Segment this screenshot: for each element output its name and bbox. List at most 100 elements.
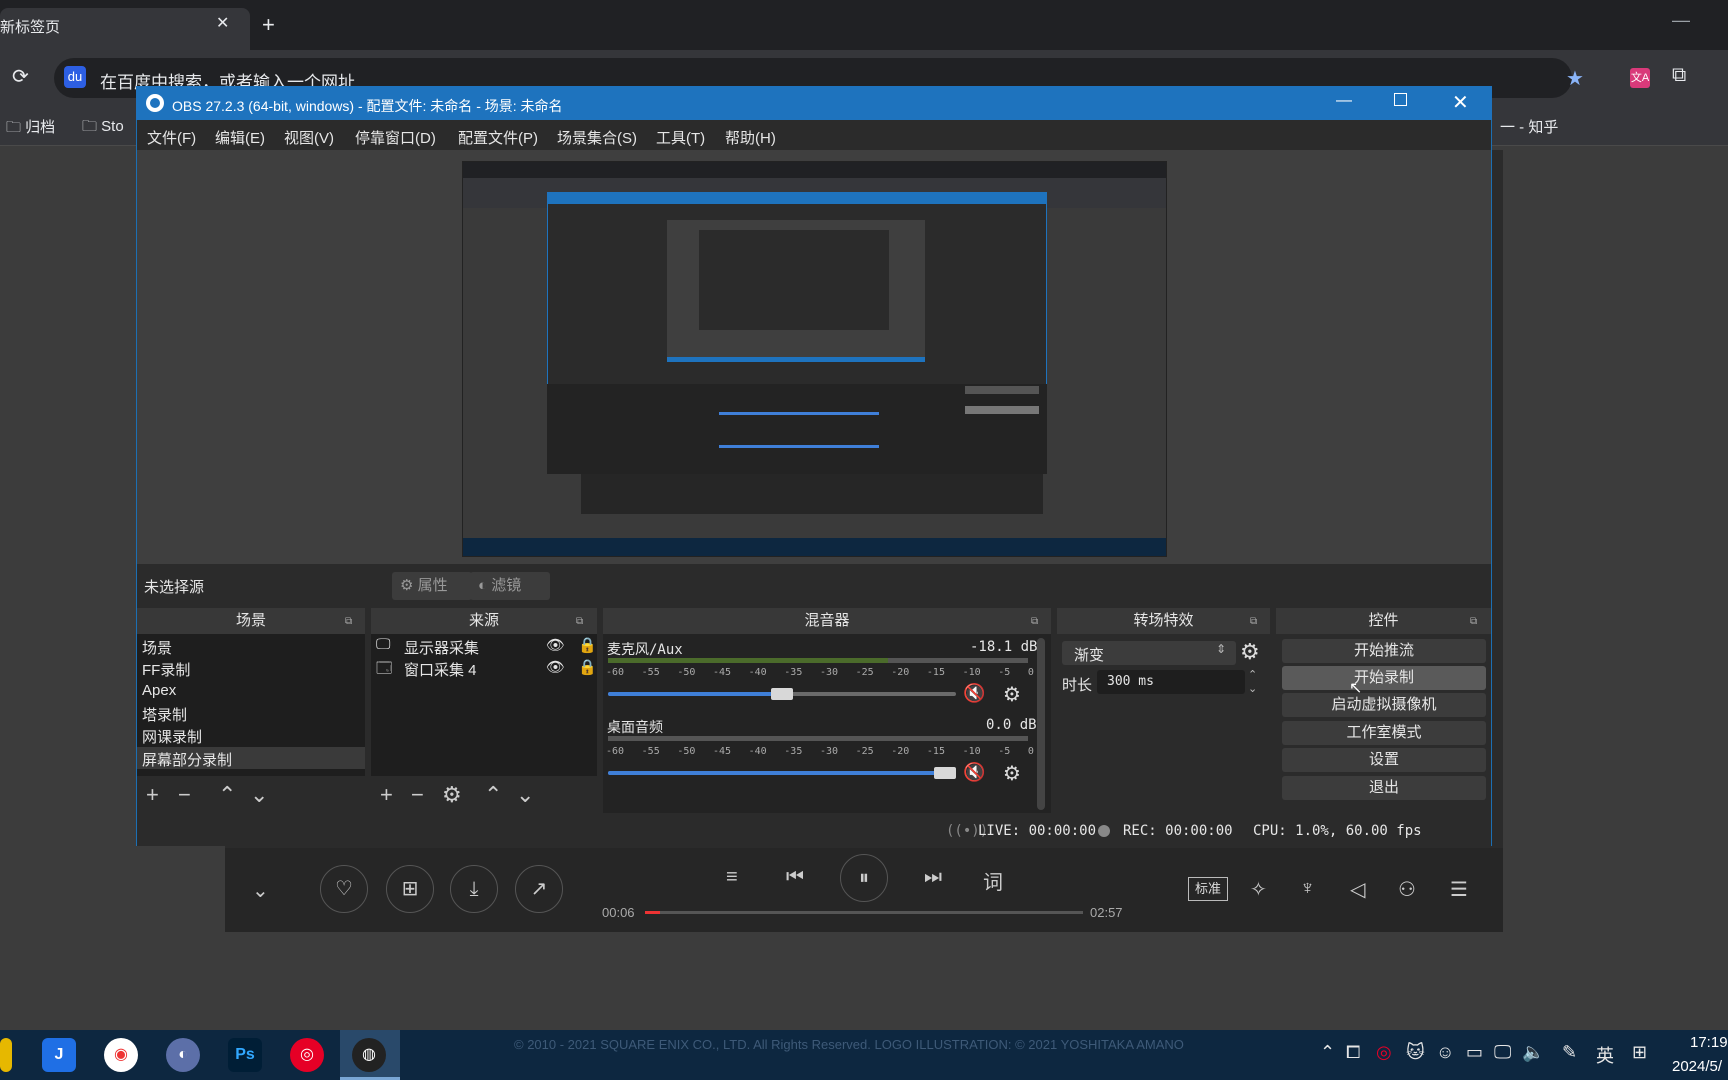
queue-icon[interactable]: ☰ [1450, 877, 1468, 902]
menu-file[interactable]: 文件(F) [147, 127, 196, 148]
preview-canvas[interactable] [462, 161, 1167, 557]
transition-settings-gear-icon[interactable]: ⚙ [1240, 639, 1260, 665]
share-button[interactable]: ↗ [515, 865, 563, 913]
like-button[interactable]: ♡ [320, 865, 368, 913]
browser-minimize-button[interactable]: — [1672, 10, 1690, 31]
quality-badge[interactable]: 标准 [1188, 877, 1228, 901]
tray-cat-icon[interactable]: 🐱 [1406, 1042, 1425, 1063]
network-icon[interactable]: 🖵 [1494, 1042, 1511, 1063]
sound-effect-icon[interactable]: ✧ [1250, 877, 1267, 902]
obs-taskbar-icon[interactable]: ◍ [352, 1038, 386, 1072]
volume-slider-knob[interactable] [771, 688, 793, 700]
bookmark-item[interactable]: 一 - 知乎 [1500, 116, 1558, 137]
volume-slider-knob[interactable] [934, 767, 956, 779]
pause-button[interactable]: ⏸ [840, 854, 888, 902]
playlist-mode-icon[interactable]: ≡ [726, 866, 738, 889]
bookmark-folder[interactable]: 🗀 归档 [6, 116, 55, 142]
remove-scene-button[interactable]: − [178, 782, 191, 808]
move-down-icon[interactable]: ⌄ [250, 782, 268, 808]
channel-settings-gear-icon[interactable]: ⚙ [1003, 682, 1021, 707]
menu-scene-collection[interactable]: 场景集合(S) [557, 127, 637, 148]
menu-help[interactable]: 帮助(H) [725, 127, 776, 148]
undock-icon[interactable]: ⧉ [1031, 616, 1038, 627]
chrome-icon[interactable]: ◉ [104, 1038, 138, 1072]
move-up-icon[interactable]: ⌃ [484, 782, 502, 808]
ime-indicator[interactable]: 英 [1596, 1042, 1614, 1068]
tray-expand-icon[interactable]: ⌃ [1320, 1042, 1335, 1063]
mixer-scrollbar[interactable] [1037, 638, 1045, 810]
bookmark-folder[interactable]: 🗀 Sto [82, 116, 124, 141]
exit-button[interactable]: 退出 [1282, 776, 1486, 800]
volume-icon[interactable]: ◁ [1350, 877, 1365, 902]
scene-item[interactable]: Apex [142, 682, 176, 699]
eye-icon[interactable]: 👁 [546, 658, 565, 676]
dj-icon[interactable]: ♆ [1300, 877, 1315, 900]
clock-time[interactable]: 17:19 [1690, 1034, 1728, 1051]
menu-edit[interactable]: 编辑(E) [215, 127, 265, 148]
new-tab-button[interactable]: + [262, 12, 275, 38]
maximize-button[interactable] [1394, 93, 1407, 106]
chevron-down-icon[interactable]: ⌄ [252, 878, 269, 903]
extensions-icon[interactable]: ⧉ [1672, 64, 1686, 87]
spin-down-icon[interactable]: ⌄ [1248, 682, 1257, 695]
clock-date[interactable]: 2024/5/ [1672, 1058, 1722, 1075]
start-streaming-button[interactable]: 开始推流 [1282, 639, 1486, 663]
dingtalk-icon[interactable]: J [42, 1038, 76, 1072]
download-button[interactable]: ⤓ [450, 865, 498, 913]
source-item[interactable]: 显示器采集 [404, 637, 479, 658]
scene-item[interactable]: 屏幕部分录制 [142, 749, 232, 770]
minimize-button[interactable]: — [1336, 92, 1352, 110]
menu-docks[interactable]: 停靠窗口(D) [355, 127, 436, 148]
eye-icon[interactable]: 👁 [546, 636, 565, 654]
channel-settings-gear-icon[interactable]: ⚙ [1003, 761, 1021, 786]
reload-icon[interactable]: ⟳ [12, 64, 29, 89]
file-explorer-icon[interactable] [0, 1038, 12, 1072]
listen-together-icon[interactable]: ⚇ [1398, 877, 1416, 902]
menu-view[interactable]: 视图(V) [284, 127, 334, 148]
properties-button[interactable]: ⚙ 属性 [392, 572, 472, 600]
photoshop-icon[interactable]: Ps [228, 1038, 262, 1072]
pen-icon[interactable]: ✎ [1562, 1042, 1577, 1063]
filters-button[interactable]: ◐ 滤镜 [470, 572, 550, 600]
add-source-button[interactable]: + [380, 782, 393, 808]
battery-icon[interactable]: ▭ [1466, 1042, 1483, 1063]
lock-icon[interactable]: 🔒 [578, 636, 597, 654]
next-track-icon[interactable]: ⏭ [924, 866, 942, 889]
scene-item[interactable]: 场景 [142, 637, 172, 658]
netease-music-icon[interactable]: ◎ [290, 1038, 324, 1072]
lock-icon[interactable]: 🔒 [578, 658, 597, 676]
settings-button[interactable]: 设置 [1282, 748, 1486, 772]
add-scene-button[interactable]: + [146, 782, 159, 808]
spin-up-icon[interactable]: ⌃ [1248, 668, 1257, 681]
menu-tools[interactable]: 工具(T) [656, 127, 705, 148]
start-recording-button[interactable]: 开始录制 [1282, 666, 1486, 690]
add-to-playlist-button[interactable]: ⊞ [386, 865, 434, 913]
previous-track-icon[interactable]: ⏮ [786, 866, 804, 889]
translate-extension-icon[interactable]: 文A [1630, 68, 1650, 88]
tab-close-icon[interactable]: ✕ [216, 13, 229, 33]
move-down-icon[interactable]: ⌄ [516, 782, 534, 808]
remove-source-button[interactable]: − [411, 782, 424, 808]
scene-item[interactable]: FF录制 [142, 659, 190, 680]
undock-icon[interactable]: ⧉ [1250, 616, 1257, 627]
scene-item[interactable]: 网课录制 [142, 726, 202, 747]
tray-netease-icon[interactable]: ◎ [1376, 1042, 1392, 1063]
ime-mode-icon[interactable]: ⊞ [1632, 1042, 1647, 1063]
studio-mode-button[interactable]: 工作室模式 [1282, 721, 1486, 745]
game-icon[interactable]: ◐ [166, 1038, 200, 1072]
mute-icon[interactable]: 🔇 [963, 683, 985, 704]
source-settings-gear-icon[interactable]: ⚙ [442, 782, 462, 808]
undock-icon[interactable]: ⧉ [1470, 616, 1477, 627]
tray-app-icon[interactable]: ⧠ [1346, 1042, 1360, 1063]
speaker-icon[interactable]: 🔈 [1522, 1042, 1544, 1063]
tray-person-icon[interactable]: ☺ [1436, 1042, 1454, 1063]
undock-icon[interactable]: ⧉ [576, 616, 583, 627]
move-up-icon[interactable]: ⌃ [218, 782, 236, 808]
lyrics-button[interactable]: 词 [983, 866, 1003, 895]
scene-item[interactable]: 塔录制 [142, 704, 187, 725]
source-item[interactable]: 窗口采集 4 [404, 659, 477, 680]
close-button[interactable]: ✕ [1452, 90, 1469, 115]
menu-profile[interactable]: 配置文件(P) [458, 127, 538, 148]
mute-icon[interactable]: 🔇 [963, 762, 985, 783]
progress-track[interactable] [645, 911, 1083, 914]
